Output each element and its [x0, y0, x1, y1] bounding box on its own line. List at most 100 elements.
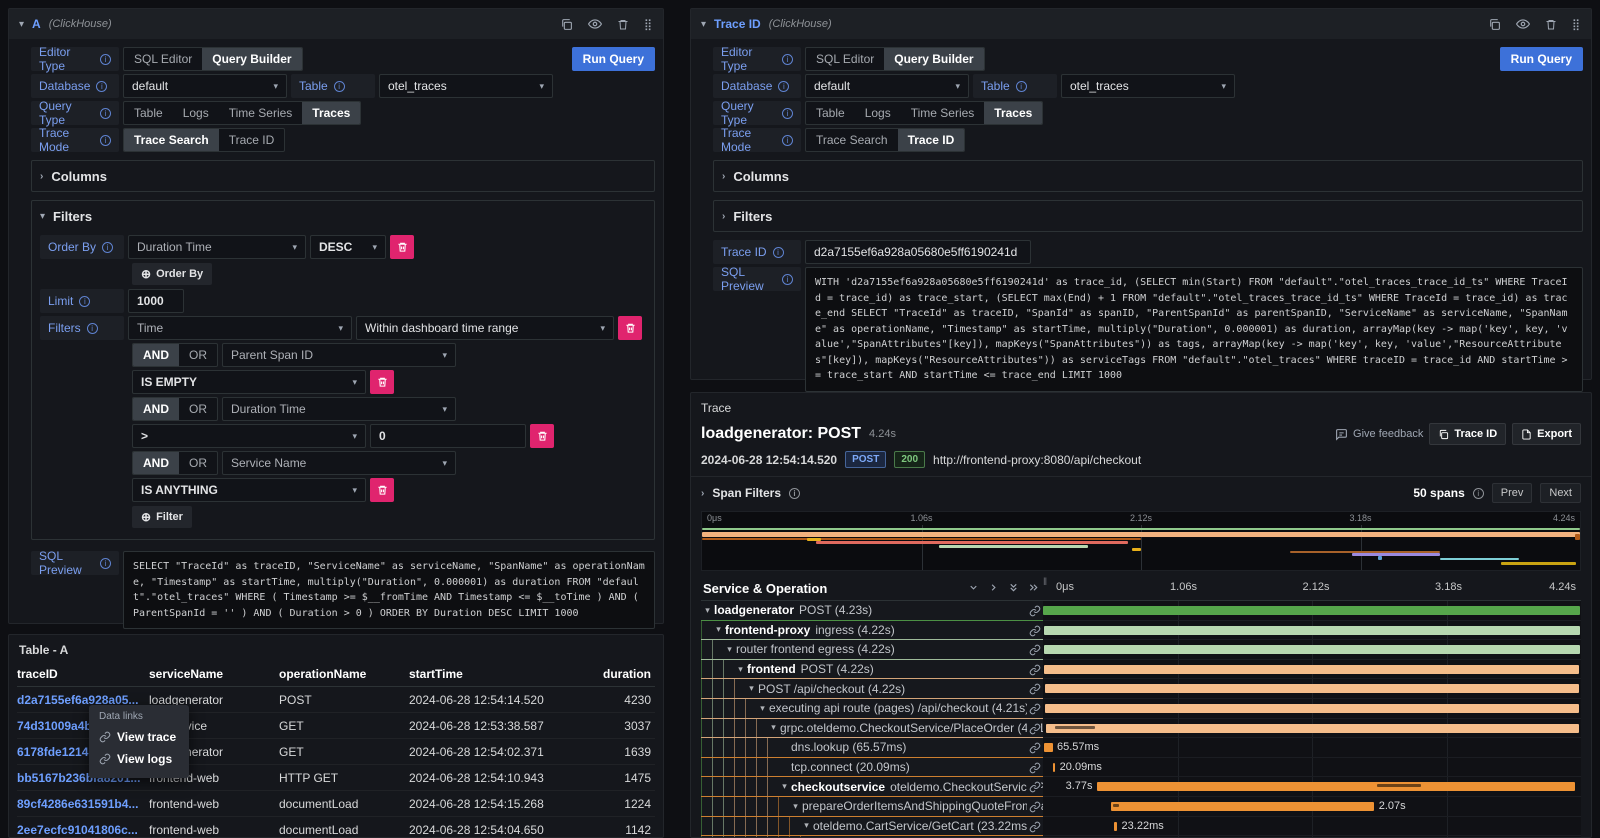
- option-logs[interactable]: Logs: [173, 102, 219, 124]
- column-header-operationName[interactable]: operationName: [279, 667, 409, 681]
- query-header-a[interactable]: ▾ A (ClickHouse) ⣿: [9, 9, 663, 39]
- columns-section[interactable]: ›Columns: [31, 160, 655, 192]
- export-button[interactable]: Export: [1512, 423, 1581, 445]
- option-table[interactable]: Table: [124, 102, 173, 124]
- view-trace-link[interactable]: View trace: [99, 726, 179, 748]
- info-icon[interactable]: i: [782, 108, 793, 119]
- database-select[interactable]: default▾: [123, 74, 287, 98]
- info-icon[interactable]: i: [782, 274, 793, 285]
- span-link-icon[interactable]: [1027, 780, 1041, 797]
- span-name-cell[interactable]: tcp.connect (20.09ms): [701, 758, 1043, 778]
- span-link-icon[interactable]: [1027, 761, 1041, 778]
- column-header-startTime[interactable]: startTime: [409, 667, 589, 681]
- span-collapse-icon[interactable]: ▾: [800, 820, 813, 831]
- expand-one-icon[interactable]: [988, 581, 999, 596]
- remove-condition-button[interactable]: [370, 370, 394, 394]
- filters-section[interactable]: ›Filters: [713, 200, 1583, 232]
- span-row[interactable]: ▾router frontend egress (4.22s): [701, 640, 1581, 660]
- option-traces[interactable]: Traces: [984, 102, 1042, 124]
- order-by-direction-select[interactable]: DESC▾: [310, 235, 386, 259]
- trace-minimap[interactable]: 0μs1.06s2.12s3.18s4.24s: [701, 511, 1581, 571]
- span-collapse-icon[interactable]: ▾: [778, 781, 791, 792]
- span-bar[interactable]: [1114, 822, 1117, 831]
- remove-condition-button[interactable]: [370, 478, 394, 502]
- option-table[interactable]: Table: [806, 102, 855, 124]
- option-time-series[interactable]: Time Series: [219, 102, 303, 124]
- drag-handle-icon[interactable]: ⣿: [644, 18, 653, 31]
- info-icon[interactable]: i: [102, 242, 113, 253]
- span-row[interactable]: ▾frontendPOST (4.22s): [701, 660, 1581, 680]
- span-name-cell[interactable]: ▾executing api route (pages) /api/checko…: [701, 699, 1043, 719]
- span-name-cell[interactable]: ▾router frontend egress (4.22s): [701, 640, 1043, 660]
- collapse-all-icon[interactable]: [1008, 581, 1019, 596]
- condition-value-input[interactable]: [370, 424, 526, 448]
- span-collapse-icon[interactable]: ▾: [723, 644, 736, 655]
- option-time-series[interactable]: Time Series: [901, 102, 985, 124]
- span-name-cell[interactable]: ▾POST /api/checkout (4.22s): [701, 679, 1043, 699]
- filter-field-select[interactable]: Time▾: [128, 316, 352, 340]
- span-link-icon[interactable]: [1027, 663, 1041, 680]
- filters-section-header[interactable]: ▾Filters: [40, 207, 646, 225]
- option-trace-search[interactable]: Trace Search: [124, 129, 219, 151]
- table-select[interactable]: otel_traces▾: [1061, 74, 1235, 98]
- span-bar[interactable]: [1046, 724, 1580, 733]
- column-header-serviceName[interactable]: serviceName: [149, 667, 279, 681]
- span-row[interactable]: ▾grpc.oteldemo.CheckoutService/PlaceOrde…: [701, 719, 1581, 739]
- span-gantt-cell[interactable]: 2.07s: [1043, 797, 1581, 817]
- span-collapse-icon[interactable]: ▾: [712, 624, 725, 635]
- option-or[interactable]: OR: [179, 452, 217, 474]
- span-name-cell[interactable]: dns.lookup (65.57ms): [701, 738, 1043, 758]
- span-link-icon[interactable]: [1027, 741, 1041, 758]
- option-trace-id[interactable]: Trace ID: [898, 129, 965, 151]
- duplicate-icon[interactable]: [560, 18, 573, 31]
- filter-value-select[interactable]: Within dashboard time range▾: [356, 316, 614, 340]
- duplicate-icon[interactable]: [1488, 18, 1501, 31]
- condition-operator-select[interactable]: IS ANYTHING▾: [132, 478, 366, 502]
- drag-handle-icon[interactable]: ⣿: [1572, 18, 1581, 31]
- remove-filter-button[interactable]: [618, 316, 642, 340]
- span-name-cell[interactable]: ▾prepareOrderItemsAndShippingQuoteFromCa…: [701, 797, 1043, 817]
- condition-operator-select[interactable]: IS EMPTY▾: [132, 370, 366, 394]
- span-gantt-cell[interactable]: 20.09ms: [1043, 758, 1581, 778]
- span-row[interactable]: ▾executing api route (pages) /api/checko…: [701, 699, 1581, 719]
- prev-button[interactable]: Prev: [1492, 483, 1533, 503]
- span-bar[interactable]: [1097, 782, 1575, 791]
- span-gantt-cell[interactable]: [1043, 660, 1581, 680]
- span-link-icon[interactable]: [1027, 820, 1041, 837]
- info-icon[interactable]: i: [79, 296, 90, 307]
- add-filter-button[interactable]: ⊕Filter: [132, 506, 192, 528]
- next-button[interactable]: Next: [1540, 483, 1581, 503]
- span-bar[interactable]: [1111, 802, 1374, 811]
- trace-id-link[interactable]: 89cf4286e631591b4...: [17, 797, 149, 811]
- option-and[interactable]: AND: [133, 344, 179, 366]
- option-and[interactable]: AND: [133, 398, 179, 420]
- run-query-button[interactable]: Run Query: [572, 47, 655, 71]
- info-icon[interactable]: i: [334, 81, 345, 92]
- collapse-chevron-icon[interactable]: ▾: [701, 19, 706, 30]
- query-header-trace-id[interactable]: ▾ Trace ID (ClickHouse) ⣿: [691, 9, 1591, 39]
- span-collapse-icon[interactable]: ▾: [789, 801, 802, 812]
- info-icon[interactable]: i: [100, 108, 111, 119]
- span-name-cell[interactable]: ▾oteldemo.CartService/GetCart (23.22ms): [701, 817, 1043, 837]
- info-icon[interactable]: i: [778, 81, 789, 92]
- option-logs[interactable]: Logs: [855, 102, 901, 124]
- span-name-cell[interactable]: ▾loadgeneratorPOST (4.23s): [701, 601, 1043, 621]
- trace-id-link[interactable]: 2ee7ecfc91041806c...: [17, 823, 149, 837]
- span-gantt-cell[interactable]: [1043, 601, 1581, 621]
- option-query-builder[interactable]: Query Builder: [884, 48, 983, 70]
- span-collapse-icon[interactable]: ▾: [767, 722, 780, 733]
- trace-id-button[interactable]: Trace ID: [1429, 423, 1506, 445]
- option-or[interactable]: OR: [179, 398, 217, 420]
- span-bar[interactable]: [1045, 684, 1580, 693]
- option-sql-editor[interactable]: SQL Editor: [806, 48, 884, 70]
- span-row[interactable]: ▾checkoutserviceoteldemo.CheckoutService…: [701, 777, 1581, 797]
- span-gantt-cell[interactable]: [1043, 719, 1581, 739]
- collapse-one-icon[interactable]: [968, 581, 979, 596]
- view-logs-link[interactable]: View logs: [99, 748, 179, 770]
- info-icon[interactable]: i: [782, 135, 793, 146]
- condition-operator-select[interactable]: >▾: [132, 424, 366, 448]
- span-row[interactable]: ▾loadgeneratorPOST (4.23s): [701, 601, 1581, 621]
- column-header-duration[interactable]: duration: [589, 667, 655, 681]
- info-icon[interactable]: i: [100, 558, 111, 569]
- info-icon[interactable]: i: [100, 135, 111, 146]
